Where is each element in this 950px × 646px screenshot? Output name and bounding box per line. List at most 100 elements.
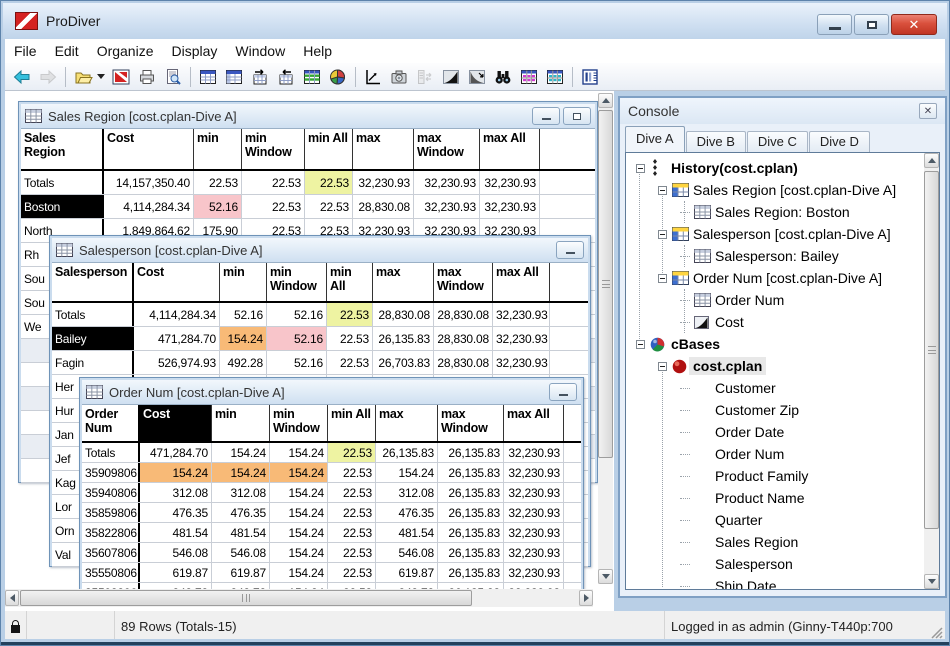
- mdi-vscroll-thumb[interactable]: [598, 110, 613, 458]
- column-header-max-all[interactable]: max All: [480, 129, 540, 169]
- column-header-min-all[interactable]: min All: [305, 129, 353, 169]
- data-cell[interactable]: 546.08: [140, 543, 212, 562]
- data-cell[interactable]: 22.53: [327, 327, 373, 350]
- tree-item-salesperson-cost-cplan-dive-a-[interactable]: Salesperson [cost.cplan-Dive A]: [626, 223, 923, 245]
- mdi-hscroll-thumb[interactable]: [20, 590, 472, 606]
- ramp-down-button[interactable]: [464, 65, 490, 89]
- data-cell[interactable]: 32,230.93: [504, 463, 564, 482]
- tab-dive-b[interactable]: Dive B: [686, 131, 746, 152]
- column-header-min-window[interactable]: min Window: [267, 263, 327, 301]
- data-cell[interactable]: 28,830.08: [434, 303, 493, 326]
- scroll-right-button[interactable]: [579, 590, 593, 606]
- column-header-empty[interactable]: [550, 263, 588, 301]
- data-cell[interactable]: 154.24: [220, 327, 267, 350]
- data-cell[interactable]: 52.16: [220, 303, 267, 326]
- row-label[interactable]: 35909806: [82, 463, 140, 482]
- data-cell[interactable]: 154.24: [270, 503, 328, 522]
- row-label[interactable]: Totals: [82, 443, 140, 462]
- console-titlebar[interactable]: Console ✕: [620, 98, 945, 124]
- crosstab-back-button[interactable]: [273, 65, 299, 89]
- tree-item-customer-zip[interactable]: Customer Zip: [626, 399, 923, 421]
- data-cell[interactable]: 22.53: [328, 443, 376, 462]
- data-cell[interactable]: 154.24: [270, 483, 328, 502]
- tree-item-product-name[interactable]: Product Name: [626, 487, 923, 509]
- data-cell[interactable]: 526,974.93: [134, 351, 220, 374]
- data-cell[interactable]: 22.53: [305, 195, 353, 218]
- data-cell[interactable]: 52.16: [267, 351, 327, 374]
- mark-rows-button[interactable]: [516, 65, 542, 89]
- data-cell[interactable]: 22.53: [328, 543, 376, 562]
- data-cell[interactable]: 14,157,350.40: [104, 171, 194, 194]
- dive-window-titlebar[interactable]: Salesperson [cost.cplan-Dive A]: [52, 238, 588, 262]
- column-header-max-all[interactable]: max All: [493, 263, 550, 301]
- data-cell[interactable]: 312.08: [212, 483, 270, 502]
- tree-item-salesperson[interactable]: Salesperson: [626, 553, 923, 575]
- data-cell[interactable]: 22.53: [242, 171, 305, 194]
- menu-item-organize[interactable]: Organize: [88, 40, 163, 62]
- data-cell[interactable]: 492.28: [220, 351, 267, 374]
- data-cell[interactable]: 154.24: [270, 563, 328, 582]
- console-close-button[interactable]: ✕: [919, 103, 937, 119]
- data-cell[interactable]: 26,135.83: [438, 563, 504, 582]
- maximize-button[interactable]: [563, 107, 591, 125]
- menu-item-file[interactable]: File: [5, 40, 46, 62]
- dimension-info-button[interactable]: [577, 65, 603, 89]
- data-cell[interactable]: 619.87: [140, 563, 212, 582]
- data-cell[interactable]: 619.87: [376, 563, 438, 582]
- tree-item-salesperson-bailey[interactable]: Salesperson: Bailey: [626, 245, 923, 267]
- column-header-sales-region[interactable]: Sales Region: [21, 129, 104, 169]
- minimize-button[interactable]: [549, 383, 577, 401]
- row-label[interactable]: 35822806: [82, 523, 140, 542]
- print-button[interactable]: [134, 65, 160, 89]
- data-cell[interactable]: 546.08: [376, 543, 438, 562]
- data-cell[interactable]: 32,230.93: [504, 443, 564, 462]
- row-label[interactable]: 35859806: [82, 503, 140, 522]
- print-preview-button[interactable]: [160, 65, 186, 89]
- data-cell[interactable]: 476.35: [376, 503, 438, 522]
- data-cell[interactable]: 154.24: [376, 463, 438, 482]
- data-cell[interactable]: 154.24: [270, 443, 328, 462]
- data-cell[interactable]: 619.87: [212, 563, 270, 582]
- menu-item-help[interactable]: Help: [294, 40, 341, 62]
- tree-item-cost-cplan[interactable]: cost.cplan: [626, 355, 923, 377]
- data-cell[interactable]: 154.24: [270, 523, 328, 542]
- tree-item-history-cost-cplan-[interactable]: History(cost.cplan): [626, 157, 923, 179]
- column-header-max-window[interactable]: max Window: [434, 263, 493, 301]
- tree-collapse-icon[interactable]: [658, 230, 667, 239]
- find-button[interactable]: [490, 65, 516, 89]
- row-label[interactable]: 35940806: [82, 483, 140, 502]
- column-header-empty[interactable]: [564, 405, 581, 441]
- back-button[interactable]: [9, 65, 35, 89]
- tree-collapse-icon[interactable]: [636, 164, 645, 173]
- row-label[interactable]: Totals: [21, 171, 104, 194]
- menu-item-edit[interactable]: Edit: [46, 40, 88, 62]
- data-cell[interactable]: 476.35: [140, 503, 212, 522]
- data-cell[interactable]: 26,135.83: [438, 463, 504, 482]
- data-cell[interactable]: 32,230.93: [414, 195, 480, 218]
- tabular-alt-button[interactable]: [221, 65, 247, 89]
- column-header-cost[interactable]: Cost: [134, 263, 220, 301]
- main-titlebar[interactable]: ProDiver ✕: [3, 3, 947, 39]
- tab-dive-d[interactable]: Dive D: [809, 131, 870, 152]
- snapshot-button[interactable]: [386, 65, 412, 89]
- tree-collapse-icon[interactable]: [658, 186, 667, 195]
- row-label[interactable]: Boston: [21, 195, 104, 218]
- data-cell[interactable]: 32,230.93: [504, 563, 564, 582]
- data-cell[interactable]: 481.54: [376, 523, 438, 542]
- data-cell[interactable]: 154.24: [140, 463, 212, 482]
- tree-item-quarter[interactable]: Quarter: [626, 509, 923, 531]
- tree-item-order-date[interactable]: Order Date: [626, 421, 923, 443]
- column-header-min[interactable]: min: [212, 405, 270, 441]
- data-cell[interactable]: 22.53: [242, 195, 305, 218]
- data-cell[interactable]: 312.08: [140, 483, 212, 502]
- data-cell[interactable]: 26,135.83: [373, 327, 434, 350]
- column-header-max[interactable]: max: [376, 405, 438, 441]
- data-cell[interactable]: 154.24: [270, 543, 328, 562]
- tree-collapse-icon[interactable]: [658, 362, 667, 371]
- row-label[interactable]: Fagin: [52, 351, 134, 374]
- data-cell[interactable]: 4,114,284.34: [134, 303, 220, 326]
- mdi-horizontal-scrollbar[interactable]: [5, 589, 593, 607]
- column-header-min-all[interactable]: min All: [328, 405, 376, 441]
- data-cell[interactable]: 32,230.93: [353, 171, 414, 194]
- data-cell[interactable]: 476.35: [212, 503, 270, 522]
